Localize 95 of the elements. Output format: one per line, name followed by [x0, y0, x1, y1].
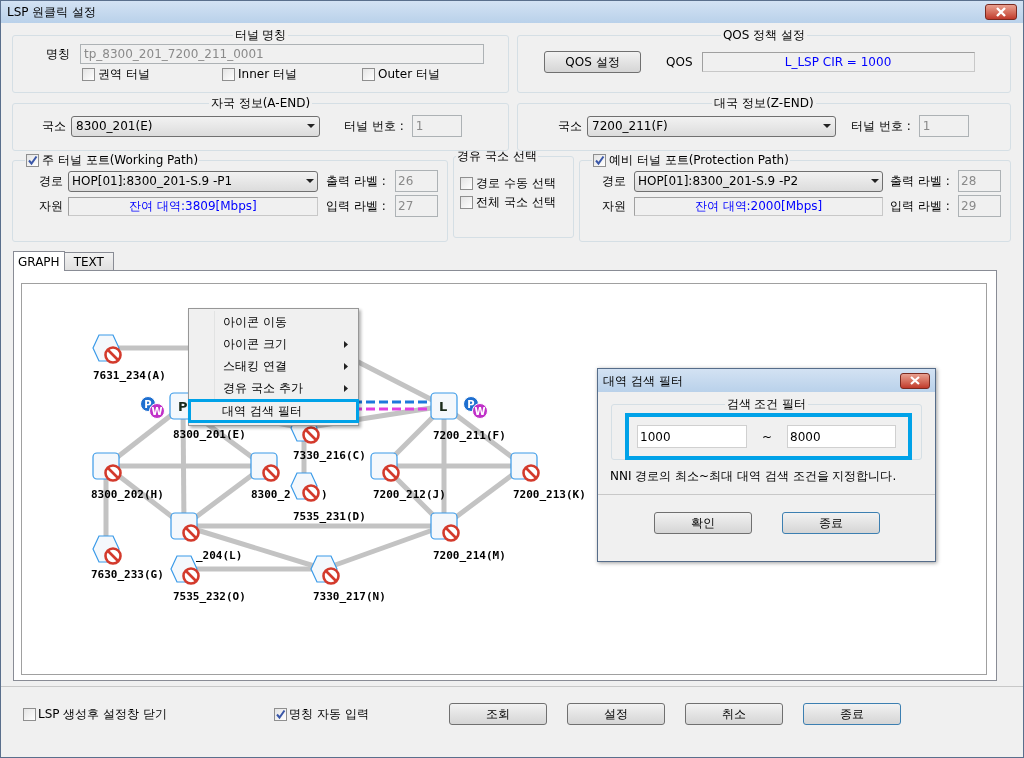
- node-label: 7200_212(J): [373, 488, 446, 501]
- group-title: 검색 조건 필터: [725, 396, 808, 413]
- checkbox-label[interactable]: 경로 수동 선택: [476, 174, 556, 192]
- node-label: 7330_216(C): [293, 449, 366, 462]
- node-letter: L: [439, 399, 448, 414]
- close-button[interactable]: [985, 4, 1017, 20]
- field-label: 입력 라벨 :: [890, 198, 951, 215]
- hint-text: NNI 경로의 최소~최대 대역 검색 조건을 지정합니다.: [609, 468, 898, 485]
- group-title: 터널 명칭: [233, 27, 288, 44]
- group-title: 주 터널 포트(Working Path): [42, 152, 199, 169]
- caret-icon: [871, 179, 879, 183]
- field-label: 터널 번호 :: [851, 118, 911, 135]
- dropdown-value: HOP[01]:8300_201-S.9 -P1: [72, 173, 233, 190]
- max-field[interactable]: 8000: [787, 425, 896, 448]
- node-label: 7330_217(N): [313, 590, 386, 603]
- node-label: _204(L): [196, 549, 243, 562]
- checkbox[interactable]: [274, 707, 287, 721]
- group-title: 자국 정보(A-END): [209, 95, 312, 112]
- resource-field: 잔여 대역:2000[Mbps]: [634, 196, 883, 216]
- checkbox-label[interactable]: 명칭 자동 입력: [289, 705, 369, 723]
- node-label: 8300_201(E): [173, 428, 246, 441]
- menu-item[interactable]: 아이콘 크기: [189, 333, 358, 355]
- checkbox[interactable]: [460, 176, 473, 190]
- node-label: 7535_232(O): [173, 590, 246, 603]
- close-icon: [910, 376, 920, 385]
- group-title: 대국 정보(Z-END): [713, 95, 815, 112]
- node-label: 8300_2: [251, 488, 291, 501]
- dialog-button[interactable]: 확인: [654, 512, 752, 534]
- caret-icon: [307, 124, 315, 128]
- menu-item[interactable]: 대역 검색 필터: [188, 399, 359, 423]
- field-label: 입력 라벨 :: [326, 198, 387, 215]
- min-field[interactable]: 1000: [637, 425, 747, 448]
- field-label: 국소: [558, 118, 582, 135]
- path-dropdown[interactable]: HOP[01]:8300_201-S.9 -P2: [634, 170, 883, 192]
- dialog-button[interactable]: 설정: [567, 703, 665, 725]
- node-label: 7535_231(D): [293, 510, 366, 523]
- node-label: 7200_211(F): [433, 429, 506, 442]
- menu-item[interactable]: 경유 국소 추가: [189, 377, 358, 399]
- group-title: 경유 국소 선택: [456, 148, 538, 165]
- field-label: 출력 라벨 :: [326, 173, 387, 190]
- field-label: 국소: [42, 118, 66, 135]
- qos-button[interactable]: QOS 설정: [544, 51, 641, 73]
- checkbox[interactable]: [23, 707, 36, 721]
- caret-icon: [823, 124, 831, 128]
- checkbox[interactable]: [222, 67, 235, 81]
- path-dropdown[interactable]: HOP[01]:8300_201-S.9 -P1: [68, 170, 318, 192]
- field-label: 경로: [602, 173, 627, 190]
- resource-field: 잔여 대역:3809[Mbps]: [68, 196, 318, 216]
- checkbox[interactable]: [593, 153, 606, 167]
- dropdown-value: 8300_201(E): [76, 118, 153, 135]
- field-label: 자원: [39, 198, 64, 215]
- node-label: 7200_214(M): [433, 549, 506, 562]
- group-title: 예비 터널 포트(Protection Path): [609, 152, 789, 169]
- node-label: 7630_233(G): [91, 568, 164, 581]
- checkbox-label[interactable]: 전체 국소 선택: [476, 193, 556, 211]
- close-button[interactable]: [900, 372, 930, 389]
- group-title: QOS 정책 설정: [721, 27, 807, 44]
- tab[interactable]: GRAPH: [13, 251, 65, 271]
- checkbox-label[interactable]: 권역 터널: [98, 65, 150, 83]
- caret-icon: [306, 179, 314, 183]
- tab[interactable]: TEXT: [63, 252, 114, 270]
- node-label: 7200_213(K): [513, 488, 586, 501]
- node-label: 8300_202(H): [91, 488, 164, 501]
- checkbox[interactable]: [460, 195, 473, 209]
- node-label: ): [321, 488, 328, 501]
- dropdown-value: 7200_211(F): [592, 118, 668, 135]
- checkbox[interactable]: [26, 153, 39, 167]
- field-label: 자원: [602, 198, 627, 215]
- dialog-button[interactable]: 종료: [782, 512, 880, 534]
- dialog-title: 대역 검색 필터: [603, 372, 683, 390]
- range-separator: ~: [760, 428, 774, 446]
- station-dropdown[interactable]: 7200_211(F): [587, 115, 836, 137]
- station-dropdown[interactable]: 8300_201(E): [71, 115, 320, 137]
- menu-item[interactable]: 스태킹 연결: [189, 355, 358, 377]
- checkbox-label[interactable]: LSP 생성후 설정창 닫기: [38, 705, 167, 723]
- node-icon[interactable]: [430, 392, 458, 420]
- window-title: LSP 원클릭 설정: [7, 4, 97, 21]
- field-label: 터널 번호 :: [344, 118, 404, 135]
- field-label: 출력 라벨 :: [890, 173, 951, 190]
- dropdown-value: HOP[01]:8300_201-S.9 -P2: [638, 173, 799, 190]
- field-label: QOS: [666, 54, 693, 71]
- checkbox-label[interactable]: Inner 터널: [238, 65, 297, 83]
- node-letter: P: [178, 399, 188, 414]
- dialog-button[interactable]: 취소: [685, 703, 783, 725]
- menu-item[interactable]: 아이콘 이동: [189, 311, 358, 333]
- field-label: 경로: [39, 173, 64, 190]
- field-label: 명칭: [46, 46, 70, 63]
- dialog-button[interactable]: 종료: [803, 703, 901, 725]
- checkbox[interactable]: [82, 67, 95, 81]
- node-label: 7631_234(A): [93, 369, 166, 382]
- close-icon: [995, 7, 1007, 17]
- qos-field: L_LSP CIR = 1000: [701, 52, 975, 72]
- dialog-button[interactable]: 조회: [449, 703, 547, 725]
- checkbox-label[interactable]: Outer 터널: [378, 65, 440, 83]
- checkbox[interactable]: [362, 67, 375, 81]
